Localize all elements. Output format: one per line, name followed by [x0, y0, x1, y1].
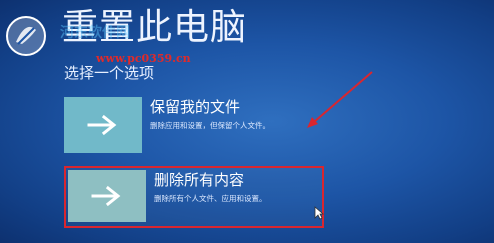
option-tile[interactable] — [68, 170, 146, 222]
option-text: 保留我的文件 删除应用和设置，但保留个人文件。 — [150, 97, 270, 132]
watermark-logo — [4, 14, 48, 58]
option-description: 删除所有个人文件、应用和设置。 — [154, 194, 267, 203]
keep-my-files-option[interactable]: 保留我的文件 删除应用和设置，但保留个人文件。 — [64, 97, 304, 161]
page-subtitle: 选择一个选项 — [64, 64, 155, 82]
option-label: 删除所有内容 — [154, 171, 245, 189]
reset-pc-screen: 重置此电脑 选择一个选项 保留我的文件 删除应用和设置，但保留个人文件。 删除所… — [0, 0, 494, 243]
arrow-right-icon — [91, 185, 123, 207]
pc0359-logo-icon — [6, 16, 46, 56]
option-text: 删除所有内容 删除所有个人文件、应用和设置。 — [154, 170, 267, 205]
remove-everything-option[interactable]: 删除所有内容 删除所有个人文件、应用和设置。 — [64, 166, 324, 228]
option-description: 删除应用和设置，但保留个人文件。 — [150, 121, 270, 130]
page-title: 重置此电脑 — [62, 7, 248, 48]
option-tile[interactable] — [64, 97, 142, 153]
option-label: 保留我的文件 — [150, 98, 241, 116]
arrow-right-icon — [87, 114, 119, 136]
mouse-cursor-icon — [314, 206, 324, 220]
